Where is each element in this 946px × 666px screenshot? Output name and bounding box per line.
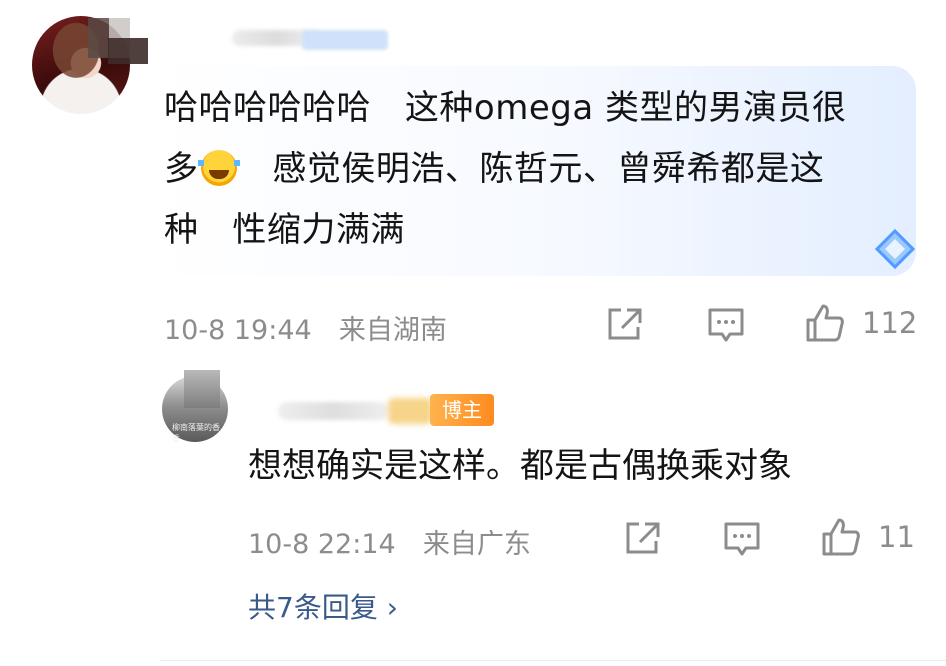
comment-text-line-2-prefix: 多	[164, 149, 199, 189]
author-badge: 博主	[430, 394, 494, 426]
comment-text-line-3: 种 性缩力满满	[164, 210, 405, 250]
like-icon[interactable]	[804, 302, 846, 344]
comment-text: 哈哈哈哈哈哈 这种omega 类型的男演员很 多 感觉侯明浩、陈哲元、曾舜希都是…	[164, 78, 904, 261]
share-icon[interactable]	[624, 520, 662, 556]
replier-avatar-caption: 柳南落葉的香香	[172, 423, 220, 443]
avatar-mosaic-block	[108, 38, 148, 64]
reply-like-count: 11	[878, 520, 915, 554]
crown-icon	[388, 398, 432, 424]
laughing-emoji-icon	[197, 150, 240, 186]
diamond-badge-icon	[874, 228, 916, 270]
reply-meta: 10-8 22:14 来自广东	[248, 522, 531, 561]
replier-name-blurred[interactable]	[278, 402, 388, 420]
share-icon[interactable]	[606, 306, 644, 342]
view-more-replies-link[interactable]: 共7条回复 ›	[248, 586, 398, 626]
reply-time: 10-8 22:14	[248, 529, 396, 560]
divider	[160, 660, 946, 661]
comment-text-line-2: 多 感觉侯明浩、陈哲元、曾舜希都是这	[164, 139, 904, 200]
like-icon[interactable]	[820, 516, 862, 558]
comment-icon[interactable]	[706, 306, 746, 344]
reply-location: 来自广东	[422, 529, 531, 560]
comment-location: 来自湖南	[338, 315, 447, 346]
comment-time: 10-8 19:44	[164, 315, 312, 346]
comment-text-line-2-suffix: 感觉侯明浩、陈哲元、曾舜希都是这	[238, 149, 825, 189]
comment-icon[interactable]	[722, 520, 762, 558]
like-count: 112	[862, 306, 918, 340]
reply-text: 想想确实是这样。都是古偶换乘对象	[248, 446, 792, 486]
comment-meta: 10-8 19:44 来自湖南	[164, 308, 447, 347]
comment-text-line-1: 哈哈哈哈哈哈 这种omega 类型的男演员很	[164, 88, 847, 128]
commenter-badge-blurred	[302, 30, 388, 50]
replier-avatar-mosaic	[184, 370, 220, 408]
